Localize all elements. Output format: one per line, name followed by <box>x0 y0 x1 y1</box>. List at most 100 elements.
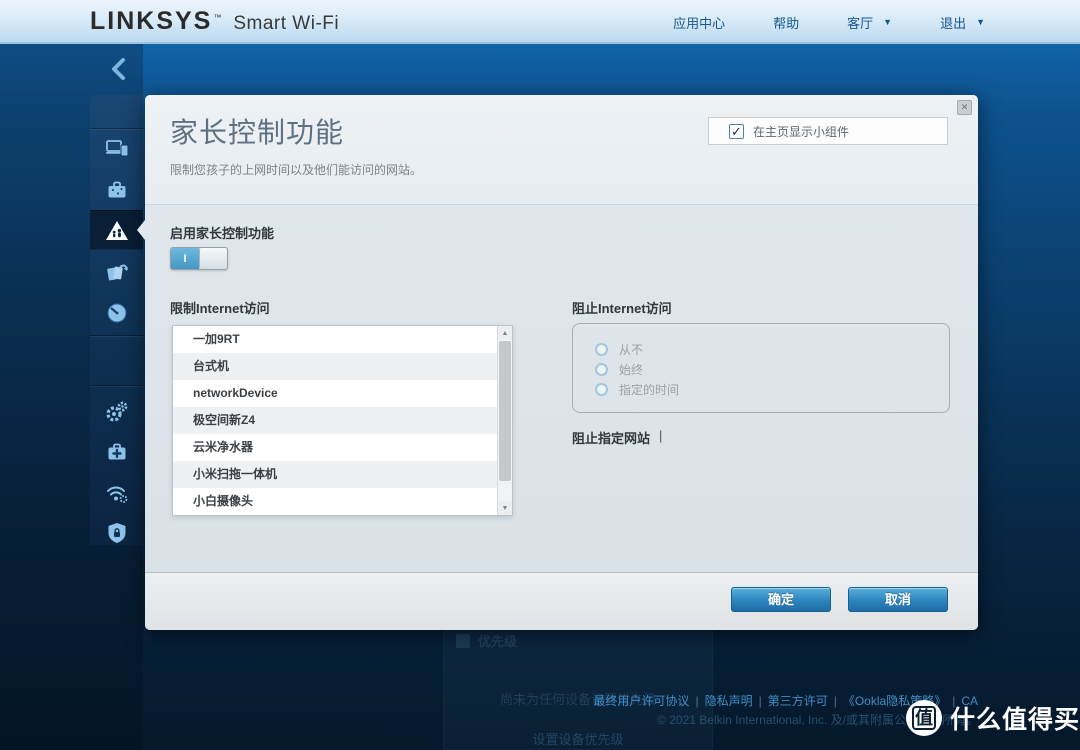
logo-trademark: ™ <box>213 13 221 22</box>
device-rows: 一加9RT 台式机 networkDevice 极空间新Z4 云米净水器 小米扫… <box>173 326 497 515</box>
list-item[interactable]: 云米净水器 <box>173 434 497 461</box>
list-item[interactable]: 台式机 <box>173 353 497 380</box>
nav-logout-label: 退出 <box>940 13 966 32</box>
separator: | <box>834 694 837 708</box>
background-widget-title: 优先级 <box>478 631 517 650</box>
toggle-on-segment: I <box>171 248 199 269</box>
media-prioritization-icon <box>456 634 470 648</box>
chevron-down-icon: ▼ <box>883 17 892 27</box>
copyright-text: © 2021 Belkin International, Inc. 及/或其附属… <box>0 711 978 728</box>
toggle-knob[interactable] <box>199 248 227 269</box>
sidebar-item-speed-test[interactable] <box>90 293 143 333</box>
list-item[interactable]: 小米扫拖一体机 <box>173 461 497 488</box>
block-internet-access-label: 阻止Internet访问 <box>572 298 672 317</box>
sidebar-divider <box>90 385 143 386</box>
radio-option-never[interactable]: 从不 <box>595 339 949 359</box>
close-icon[interactable]: ✕ <box>957 100 972 115</box>
smzdm-watermark: 值 什么值得买 <box>906 700 1080 736</box>
cancel-button[interactable]: 取消 <box>848 587 948 612</box>
link-eula[interactable]: 最终用户许可协议 <box>593 694 689 708</box>
sidebar-item-security[interactable] <box>90 513 143 553</box>
background-widget-link: 设置设备优先级 <box>444 729 712 748</box>
radio-icon[interactable] <box>595 363 608 376</box>
smzdm-logo-char: 值 <box>912 706 936 731</box>
list-item[interactable]: networkDevice <box>173 380 497 407</box>
top-navigation: 应用中心 帮助 客厅 ▼ 退出 ▼ <box>673 0 985 44</box>
sidebar-item-devices[interactable] <box>90 128 143 168</box>
background-priority-widget: 优先级 尚未为任何设备设置优先级 设置设备优先级 <box>443 626 713 750</box>
device-list: 一加9RT 台式机 networkDevice 极空间新Z4 云米净水器 小米扫… <box>172 325 513 516</box>
ok-button[interactable]: 确定 <box>731 587 831 612</box>
dialog-title: 家长控制功能 <box>170 111 344 151</box>
sidebar-item-media-prioritization[interactable] <box>90 252 143 292</box>
separator: | <box>759 694 762 708</box>
link-privacy[interactable]: 隐私声明 <box>705 694 753 708</box>
radio-option-always[interactable]: 始终 <box>595 359 949 379</box>
logo-product-text: Smart Wi-Fi <box>233 13 339 35</box>
smzdm-logo-icon: 值 <box>906 700 942 736</box>
screen: 优先级 尚未为任何设备设置优先级 设置设备优先级 LINKSYS ™ Smart… <box>0 0 1080 750</box>
nav-logout-dropdown[interactable]: 退出 ▼ <box>940 13 985 32</box>
radio-never-label: 从不 <box>619 341 643 358</box>
nav-help-label: 帮助 <box>773 13 799 32</box>
checkbox-checked-icon[interactable]: ✓ <box>729 124 744 139</box>
shield-lock-icon <box>107 522 127 544</box>
parental-controls-dialog: 家长控制功能 限制您孩子的上网时间以及他们能访问的网站。 ✓ 在主页显示小组件 … <box>145 95 978 630</box>
device-list-scrollbar[interactable]: ▲ ▼ <box>497 326 512 515</box>
sidebar-item-troubleshooting[interactable] <box>90 432 143 472</box>
dialog-subtitle: 限制您孩子的上网时间以及他们能访问的网站。 <box>170 161 422 178</box>
chevron-down-icon: ▼ <box>976 17 985 27</box>
dialog-pointer-notch <box>137 220 145 240</box>
speed-test-icon <box>106 302 128 324</box>
media-prioritization-icon <box>105 261 129 283</box>
top-header-bar: LINKSYS ™ Smart Wi-Fi 应用中心 帮助 客厅 ▼ 退出 ▼ <box>0 0 1080 44</box>
wifi-icon <box>105 482 129 504</box>
separator: | <box>695 694 698 708</box>
parental-controls-icon <box>105 220 129 241</box>
radio-icon[interactable] <box>595 383 608 396</box>
sidebar-item-parental-controls[interactable] <box>90 210 143 250</box>
show-widget-checkbox-row[interactable]: ✓ 在主页显示小组件 <box>708 117 948 145</box>
block-specific-sites-label: 阻止指定网站 | <box>572 428 662 447</box>
legal-footer: 最终用户许可协议|隐私声明|第三方许可|《Ookla隐私策略》|CA © 202… <box>0 692 978 728</box>
radio-icon[interactable] <box>595 343 608 356</box>
list-item[interactable]: 小白摄像头 <box>173 488 497 515</box>
nav-router-name-label: 客厅 <box>847 13 873 32</box>
sidebar-item-wireless[interactable] <box>90 473 143 513</box>
sidebar-divider <box>90 335 143 336</box>
radio-always-label: 始终 <box>619 361 643 378</box>
scroll-down-icon[interactable]: ▼ <box>498 501 512 515</box>
nav-app-center[interactable]: 应用中心 <box>673 13 725 32</box>
link-third-party[interactable]: 第三方许可 <box>768 694 828 708</box>
radio-specific-times-label: 指定的时间 <box>619 381 679 398</box>
scrollbar-thumb[interactable] <box>499 341 511 481</box>
devices-icon <box>105 137 129 159</box>
text-cursor: | <box>659 428 662 447</box>
sidebar-item-connectivity[interactable] <box>90 392 143 432</box>
troubleshooting-icon <box>106 441 128 463</box>
nav-help[interactable]: 帮助 <box>773 13 799 32</box>
radio-option-specific-times[interactable]: 指定的时间 <box>595 379 949 399</box>
gear-icon <box>105 400 129 424</box>
smzdm-logo-text: 什么值得买 <box>950 700 1080 736</box>
background-widget-header: 优先级 <box>456 631 517 650</box>
nav-app-center-label: 应用中心 <box>673 13 725 32</box>
sidebar-rail <box>90 95 143 545</box>
logo-linksys-text: LINKSYS <box>90 7 212 36</box>
sidebar-item-guest-access[interactable] <box>90 170 143 210</box>
parental-controls-toggle[interactable]: I <box>170 247 228 270</box>
legal-links-row: 最终用户许可协议|隐私声明|第三方许可|《Ookla隐私策略》|CA <box>0 692 978 709</box>
scroll-up-icon[interactable]: ▲ <box>498 326 512 340</box>
nav-router-name-dropdown[interactable]: 客厅 ▼ <box>847 13 892 32</box>
list-item[interactable]: 一加9RT <box>173 326 497 353</box>
restrict-internet-access-label: 限制Internet访问 <box>170 298 270 317</box>
block-access-options-group: 从不 始终 指定的时间 <box>572 323 950 413</box>
show-widget-label: 在主页显示小组件 <box>753 123 849 140</box>
back-button[interactable] <box>103 54 133 84</box>
block-sites-text: 阻止指定网站 <box>572 428 650 447</box>
guest-access-icon <box>106 179 128 201</box>
linksys-logo: LINKSYS ™ Smart Wi-Fi <box>90 7 339 36</box>
enable-parental-controls-label: 启用家长控制功能 <box>170 223 274 242</box>
chevron-left-icon <box>110 58 126 80</box>
list-item[interactable]: 极空间新Z4 <box>173 407 497 434</box>
